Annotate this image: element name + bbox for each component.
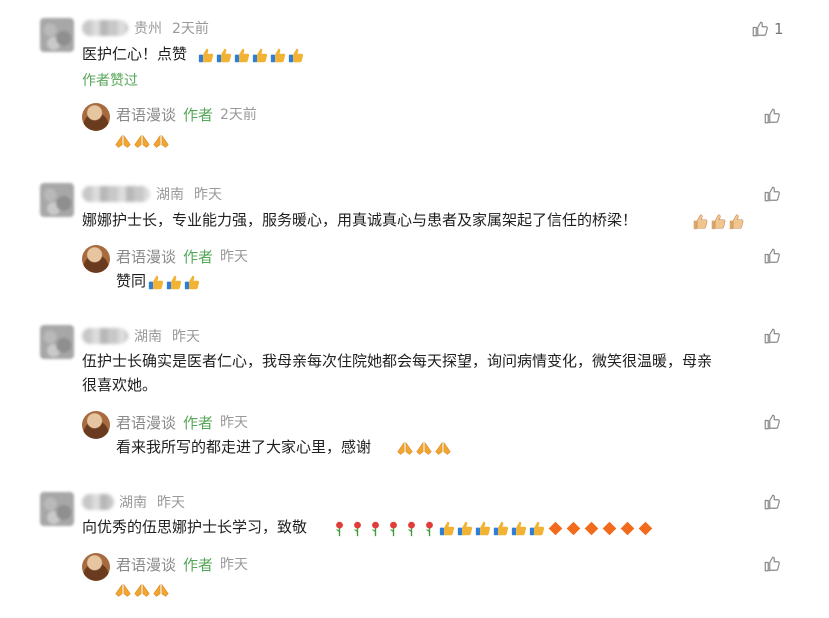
comment-time: 昨天	[172, 329, 200, 345]
thumbs-up-tan-icon	[710, 213, 727, 230]
thumbs-up-icon	[184, 274, 201, 291]
like-icon[interactable]	[763, 555, 781, 573]
reply-time: 昨天	[220, 557, 248, 573]
reply-author-name[interactable]: 君语漫谈	[116, 556, 176, 574]
username-blurred[interactable]	[82, 494, 114, 510]
rose-icon	[349, 520, 366, 537]
orange-diamond-icon	[547, 520, 564, 537]
comment-text-line1: 伍护士长确实是医者仁心，我母亲每次住院她都会每天探望，询问病情变化，微笑很温暖，…	[82, 352, 713, 370]
pray-icon	[434, 440, 452, 458]
emoji-row	[198, 45, 306, 63]
thumbs-up-icon	[493, 520, 510, 537]
avatar[interactable]	[40, 18, 74, 52]
emoji-row	[331, 518, 655, 536]
reply-time: 昨天	[220, 415, 248, 431]
comment-location: 湖南	[134, 329, 162, 345]
like-icon[interactable]	[763, 185, 781, 203]
like-icon[interactable]	[751, 20, 769, 38]
comment-text: 医护仁心！点赞	[82, 45, 188, 63]
comment-time: 昨天	[157, 495, 185, 511]
pray-icon	[133, 133, 151, 151]
comment-location: 湖南	[119, 495, 147, 511]
thumbs-up-tan-icon	[692, 213, 709, 230]
thumbs-up-icon	[234, 47, 251, 64]
author-avatar[interactable]	[82, 411, 110, 439]
avatar[interactable]	[40, 183, 74, 217]
orange-diamond-icon	[637, 520, 654, 537]
comment-text-line2: 很喜欢她。	[82, 376, 158, 394]
thumbs-up-tan-icon	[728, 213, 745, 230]
thumbs-up-icon	[270, 47, 287, 64]
reply-author-name[interactable]: 君语漫谈	[116, 414, 176, 432]
reply-emoji-row	[114, 580, 171, 598]
thumbs-up-icon	[288, 47, 305, 64]
author-liked-label: 作者赞过	[82, 73, 138, 89]
emoji-row	[692, 211, 746, 229]
pray-icon	[152, 582, 170, 600]
reply-text: 看来我所写的都走进了大家心里，感谢	[116, 438, 372, 456]
orange-diamond-icon	[619, 520, 636, 537]
author-tag: 作者	[183, 248, 214, 266]
thumbs-up-icon	[457, 520, 474, 537]
pray-icon	[133, 582, 151, 600]
author-tag: 作者	[183, 414, 214, 432]
reply-emoji-row	[148, 272, 202, 290]
rose-icon	[367, 520, 384, 537]
reply-author-name[interactable]: 君语漫谈	[116, 248, 176, 266]
like-icon[interactable]	[763, 413, 781, 431]
pray-icon	[114, 582, 132, 600]
pray-icon	[396, 440, 414, 458]
avatar[interactable]	[40, 325, 74, 359]
author-avatar[interactable]	[82, 245, 110, 273]
reply-emoji-row	[114, 131, 171, 149]
orange-diamond-icon	[565, 520, 582, 537]
username-blurred[interactable]	[82, 186, 150, 202]
thumbs-up-icon	[216, 47, 233, 64]
thumbs-up-icon	[439, 520, 456, 537]
like-count: 1	[774, 20, 784, 38]
comment-location: 湖南	[156, 187, 184, 203]
reply-emoji-row	[396, 438, 453, 456]
rose-icon	[403, 520, 420, 537]
username-blurred[interactable]	[82, 20, 128, 36]
reply-text: 赞同	[116, 272, 147, 290]
pray-icon	[415, 440, 433, 458]
thumbs-up-icon	[166, 274, 183, 291]
rose-icon	[421, 520, 438, 537]
thumbs-up-icon	[198, 47, 215, 64]
like-icon[interactable]	[763, 493, 781, 511]
reply-time: 昨天	[220, 249, 248, 265]
rose-icon	[385, 520, 402, 537]
reply-author-name[interactable]: 君语漫谈	[116, 106, 176, 124]
comment-text: 娜娜护士长，专业能力强，服务暖心，用真诚真心与患者及家属架起了信任的桥梁！	[82, 211, 638, 229]
orange-diamond-icon	[601, 520, 618, 537]
thumbs-up-icon	[475, 520, 492, 537]
username-blurred[interactable]	[82, 328, 128, 344]
avatar[interactable]	[40, 492, 74, 526]
author-avatar[interactable]	[82, 103, 110, 131]
comment-time: 昨天	[194, 187, 222, 203]
thumbs-up-icon	[148, 274, 165, 291]
comment-text: 向优秀的伍思娜护士长学习，致敬	[82, 518, 308, 536]
author-tag: 作者	[183, 106, 214, 124]
pray-icon	[152, 133, 170, 151]
like-icon[interactable]	[763, 107, 781, 125]
comment-time: 2天前	[172, 21, 209, 37]
orange-diamond-icon	[583, 520, 600, 537]
rose-icon	[331, 520, 348, 537]
thumbs-up-icon	[252, 47, 269, 64]
like-icon[interactable]	[763, 247, 781, 265]
author-avatar[interactable]	[82, 553, 110, 581]
thumbs-up-icon	[529, 520, 546, 537]
pray-icon	[114, 133, 132, 151]
reply-time: 2天前	[220, 107, 257, 123]
like-icon[interactable]	[763, 327, 781, 345]
thumbs-up-icon	[511, 520, 528, 537]
comment-location: 贵州	[134, 21, 162, 37]
author-tag: 作者	[183, 556, 214, 574]
